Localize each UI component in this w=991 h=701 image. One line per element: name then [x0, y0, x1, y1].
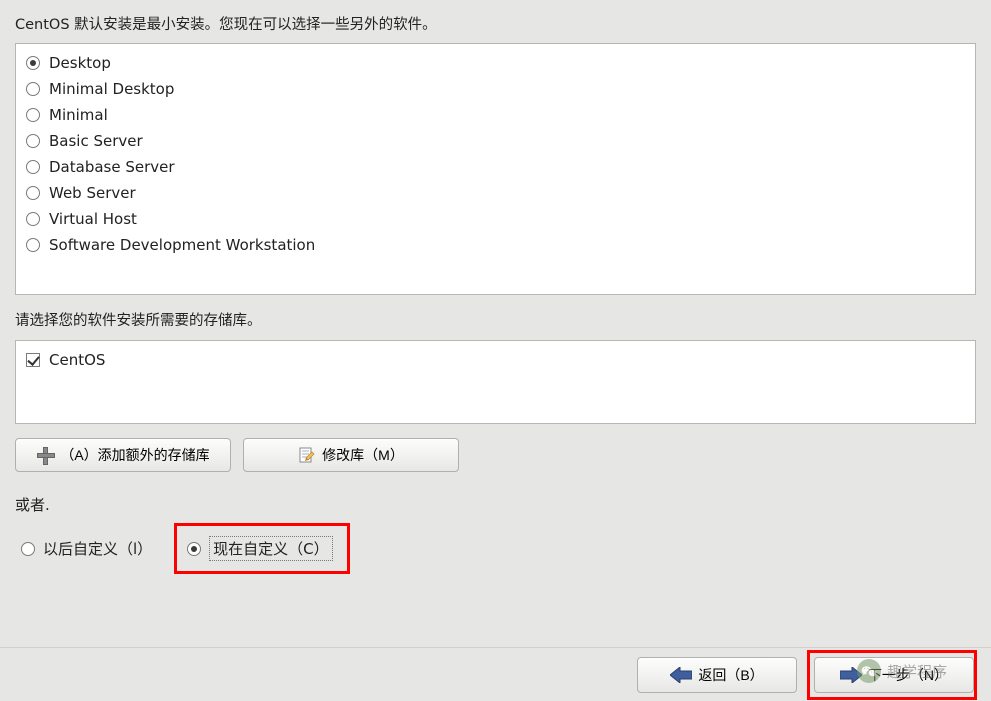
or-label: 或者.: [15, 494, 976, 515]
edit-repo-label: 修改库（M）: [322, 445, 404, 465]
software-option-label: Web Server: [49, 184, 136, 202]
back-button[interactable]: 返回（B）: [637, 657, 797, 693]
radio-icon: [187, 542, 201, 556]
edit-icon: [298, 446, 316, 464]
software-option[interactable]: Desktop: [24, 50, 967, 76]
radio-icon: [21, 542, 35, 556]
footer-bar: 返回（B） 下一步（N）: [0, 647, 991, 701]
radio-icon: [26, 134, 40, 148]
next-button-highlight: 下一步（N）: [807, 650, 977, 700]
back-label: 返回（B）: [698, 665, 763, 685]
add-repo-button[interactable]: （A）添加额外的存储库: [15, 438, 231, 472]
software-option-label: Software Development Workstation: [49, 236, 315, 254]
next-button[interactable]: 下一步（N）: [814, 657, 974, 693]
software-option[interactable]: Minimal: [24, 102, 967, 128]
customize-row: 以后自定义（l） 现在自定义（C）: [15, 523, 976, 574]
radio-icon: [26, 212, 40, 226]
edit-repo-button[interactable]: 修改库（M）: [243, 438, 459, 472]
customize-later-radio[interactable]: 以后自定义（l）: [19, 536, 154, 561]
radio-icon: [26, 108, 40, 122]
customize-later-label: 以后自定义（l）: [43, 538, 152, 559]
customize-now-radio[interactable]: 现在自定义（C）: [185, 534, 334, 563]
radio-icon: [26, 82, 40, 96]
arrow-left-icon: [670, 667, 692, 683]
radio-icon: [26, 238, 40, 252]
repo-list: CentOS: [15, 340, 976, 424]
software-option[interactable]: Basic Server: [24, 128, 967, 154]
software-option[interactable]: Virtual Host: [24, 206, 967, 232]
install-description: CentOS 默认安装是最小安装。您现在可以选择一些另外的软件。: [15, 13, 976, 34]
customize-now-label: 现在自定义（C）: [209, 536, 332, 561]
software-option[interactable]: Database Server: [24, 154, 967, 180]
software-option[interactable]: Minimal Desktop: [24, 76, 967, 102]
software-option-label: Basic Server: [49, 132, 143, 150]
arrow-right-icon: [840, 667, 862, 683]
software-option-label: Database Server: [49, 158, 175, 176]
plus-icon: [36, 446, 54, 464]
customize-now-highlight: 现在自定义（C）: [174, 523, 349, 574]
software-option-label: Minimal Desktop: [49, 80, 174, 98]
repo-item[interactable]: CentOS: [24, 347, 967, 373]
radio-icon: [26, 160, 40, 174]
software-selection-list: Desktop Minimal Desktop Minimal Basic Serve…: [15, 43, 976, 295]
checkbox-icon: [26, 353, 40, 367]
radio-icon: [26, 56, 40, 70]
software-option-label: Desktop: [49, 54, 111, 72]
software-option-label: Minimal: [49, 106, 108, 124]
software-option-label: Virtual Host: [49, 210, 137, 228]
add-repo-label: （A）添加额外的存储库: [60, 445, 209, 465]
repo-item-label: CentOS: [49, 351, 105, 369]
next-label: 下一步（N）: [868, 665, 948, 685]
software-option[interactable]: Web Server: [24, 180, 967, 206]
radio-icon: [26, 186, 40, 200]
repo-prompt: 请选择您的软件安装所需要的存储库。: [15, 309, 976, 330]
software-option[interactable]: Software Development Workstation: [24, 232, 967, 258]
